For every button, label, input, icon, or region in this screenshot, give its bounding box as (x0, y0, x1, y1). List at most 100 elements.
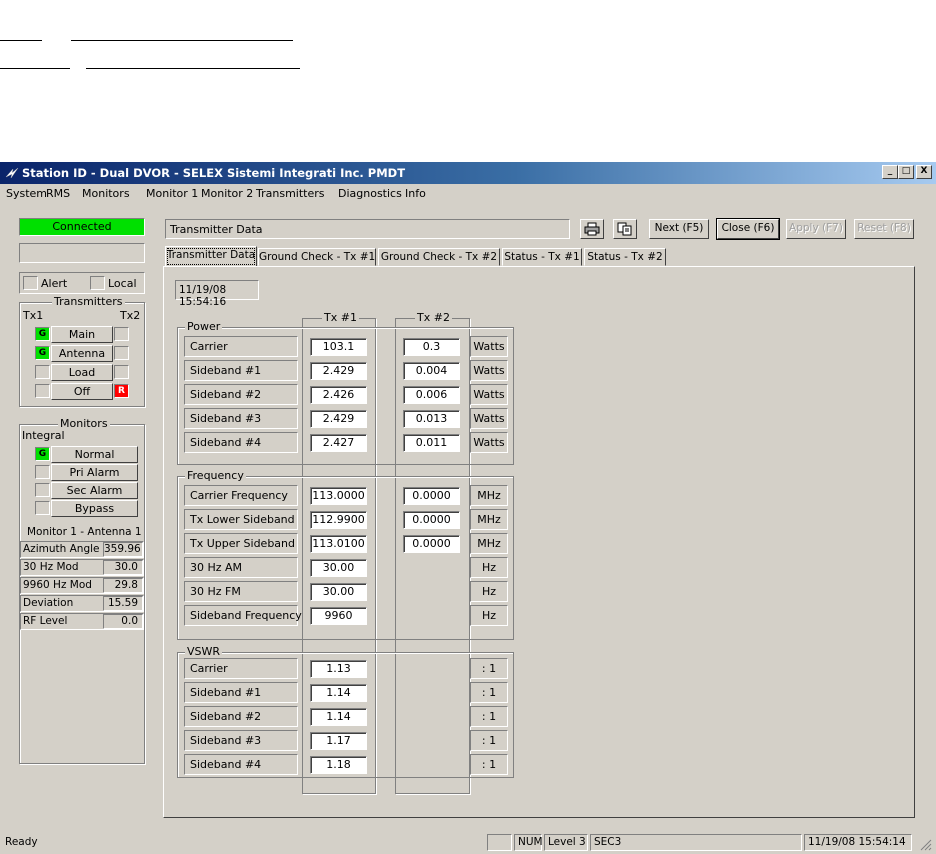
vswr-tx1-value: 1.18 (310, 756, 367, 774)
reading-9960hz-mod: 9960 Hz Mod 29.8 (20, 577, 144, 594)
tab-ground-check-tx1[interactable]: Ground Check - Tx #1 (258, 248, 376, 266)
reading-value: 15.59 (103, 596, 143, 611)
frequency-unit: MHz (470, 485, 508, 506)
tx2-antenna-indicator (114, 346, 129, 360)
app-lightning-icon (5, 167, 19, 179)
alert-label: Alert (41, 277, 68, 290)
power-tx2-value: 0.004 (403, 362, 460, 380)
tab-ground-check-tx2[interactable]: Ground Check - Tx #2 (378, 248, 500, 266)
close-button[interactable]: Close (F6) (716, 218, 780, 240)
underline-rule (0, 68, 70, 69)
menu-monitor-2[interactable]: Monitor 2 (201, 187, 253, 200)
tx1-antenna-indicator: G (35, 346, 50, 360)
power-row-label: Sideband #3 (184, 408, 298, 429)
frequency-unit: MHz (470, 509, 508, 530)
vswr-row-label: Carrier (184, 658, 298, 679)
normal-indicator: G (35, 447, 50, 461)
tx1-off-indicator (35, 384, 50, 398)
tx-row-load[interactable]: Load (21, 364, 143, 381)
timestamp: 11/19/08 15:54:16 (179, 284, 227, 308)
tx-antenna-button[interactable]: Antenna (51, 345, 113, 362)
reading-deviation: Deviation 15.59 (20, 595, 144, 612)
power-unit: Watts (470, 384, 508, 405)
reading-label: 30 Hz Mod (23, 561, 79, 573)
status-datetime: 11/19/08 15:54:14 (804, 834, 912, 851)
tx-row-main[interactable]: G Main (21, 326, 143, 343)
power-unit: Watts (470, 336, 508, 357)
vswr-tx1-value: 1.14 (310, 684, 367, 702)
menu-monitors[interactable]: Monitors (82, 187, 130, 200)
next-button[interactable]: Next (F5) (649, 219, 709, 239)
sec-alarm-indicator (35, 483, 50, 497)
frequency-tx1-value: 113.0000 (310, 487, 367, 505)
power-row-label: Sideband #4 (184, 432, 298, 453)
num-indicator: NUM (514, 834, 543, 851)
print-button[interactable] (580, 219, 604, 239)
tx2-label: Tx2 (120, 309, 141, 322)
connection-status: Connected (19, 218, 145, 236)
tx1-load-indicator (35, 365, 50, 379)
tab-transmitter-data[interactable]: Transmitter Data (165, 246, 257, 267)
tx-off-button[interactable]: Off (51, 383, 113, 400)
tx-row-antenna[interactable]: G Antenna (21, 345, 143, 362)
frequency-tx1-value: 113.0100 (310, 535, 367, 553)
reading-label: RF Level (23, 615, 68, 627)
normal-button[interactable]: Normal (51, 446, 138, 463)
timestamp-box: 11/19/08 15:54:16 (175, 280, 259, 308)
frequency-tx2-value: 0.0000 (403, 511, 460, 529)
monitor-row-pri-alarm[interactable]: Pri Alarm (32, 464, 140, 481)
vswr-row-label: Sideband #3 (184, 730, 298, 751)
frequency-row-label: Sideband Frequency (184, 605, 302, 626)
power-title: Power (185, 320, 223, 333)
menu-info[interactable]: Info (405, 187, 426, 200)
bypass-button[interactable]: Bypass (51, 500, 138, 517)
menu-monitor-1[interactable]: Monitor 1 (146, 187, 198, 200)
tab-status-tx1[interactable]: Status - Tx #1 (502, 248, 582, 266)
minimize-button[interactable]: _ (882, 165, 898, 179)
menu-transmitters[interactable]: Transmitters (256, 187, 325, 200)
vswr-unit: : 1 (470, 706, 508, 727)
frequency-tx1-value: 112.9900 (310, 511, 367, 529)
close-window-button[interactable]: X (916, 165, 932, 179)
tx2-column-header: Tx #2 (415, 311, 452, 324)
page-title: Transmitter Data (170, 223, 263, 236)
tx-row-off[interactable]: Off R (21, 383, 143, 400)
copy-button[interactable] (613, 219, 637, 239)
monitor-row-normal[interactable]: G Normal (32, 446, 140, 463)
status-bar: Ready NUM Level 3 SEC3 11/19/08 15:54:14 (0, 831, 936, 854)
tx-main-button[interactable]: Main (51, 326, 113, 343)
frequency-title: Frequency (185, 469, 246, 482)
vswr-row-label: Sideband #1 (184, 682, 298, 703)
frequency-unit: MHz (470, 533, 508, 554)
pri-alarm-button[interactable]: Pri Alarm (51, 464, 138, 481)
tx-load-button[interactable]: Load (51, 364, 113, 381)
tab-status-tx2[interactable]: Status - Tx #2 (584, 248, 666, 266)
status-message-box (19, 243, 145, 263)
power-tx2-value: 0.006 (403, 386, 460, 404)
application-window: Station ID - Dual DVOR - SELEX Sistemi I… (0, 162, 936, 854)
vswr-unit: : 1 (470, 754, 508, 775)
maximize-button[interactable]: □ (898, 165, 914, 179)
reading-30hz-mod: 30 Hz Mod 30.0 (20, 559, 144, 576)
resize-grip-icon[interactable] (920, 839, 932, 851)
frequency-tx2-value: 0.0000 (403, 535, 460, 553)
frequency-row-label: Tx Upper Sideband (184, 533, 298, 554)
monitor-row-sec-alarm[interactable]: Sec Alarm (32, 482, 140, 499)
menu-system[interactable]: System (6, 187, 47, 200)
caps-indicator (487, 834, 512, 851)
power-tx1-value: 2.426 (310, 386, 367, 404)
monitor-row-bypass[interactable]: Bypass (32, 500, 140, 517)
menu-rms[interactable]: RMS (46, 187, 70, 200)
vswr-tx1-value: 1.17 (310, 732, 367, 750)
tx2-off-indicator: R (114, 384, 129, 398)
vswr-tx1-value: 1.14 (310, 708, 367, 726)
frequency-unit: Hz (470, 581, 508, 602)
reading-label: Azimuth Angle (23, 543, 100, 555)
menu-diagnostics[interactable]: Diagnostics (338, 187, 402, 200)
frequency-row-label: 30 Hz FM (184, 581, 298, 602)
alert-local-panel: Alert Local (19, 272, 145, 294)
title-bar[interactable]: Station ID - Dual DVOR - SELEX Sistemi I… (0, 162, 936, 184)
vswr-row-label: Sideband #2 (184, 706, 298, 727)
power-unit: Watts (470, 360, 508, 381)
sec-alarm-button[interactable]: Sec Alarm (51, 482, 138, 499)
